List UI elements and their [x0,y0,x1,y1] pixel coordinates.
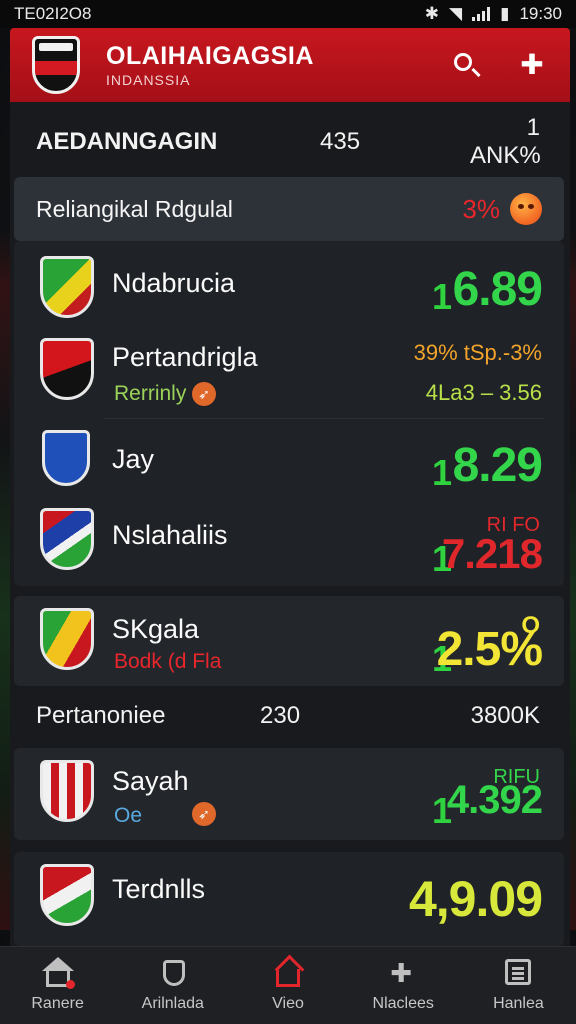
section-header[interactable]: Reliangikal Rdgulal 3% [14,177,564,241]
team-name: Nslahaliis [112,520,228,550]
status-left-text: TE02I2O8 [14,4,92,23]
summary-label: AEDANNGAGIN [36,128,218,155]
match-row[interactable]: Sayah Oe ➶ 1 RIFU 4.392 [14,752,564,836]
bottom-navigation: Ranere Arilnlada Vieo ✚ Nlaclees Hanlea [0,946,576,1024]
team-crest [40,608,94,670]
team-crest [40,760,94,822]
team-name: SKgala [112,614,200,644]
team-sub: Bodk (d Fla [114,650,222,673]
odds-value: 4.392 [446,778,543,822]
status-time: 19:30 [519,4,562,23]
nav-label: Nlaclees [372,994,434,1012]
nav-item-puzzle[interactable]: ✚ Nlaclees [346,947,461,1024]
match-row[interactable]: Pertandrigla Rerrinly ➶ 39% tSp.-3% 4La3… [14,330,564,420]
odds-range-bottom: 4La3 – 3.56 [425,380,542,405]
nav-item-menu[interactable]: Hanlea [461,947,576,1024]
team-crest [40,864,94,926]
odds-range-top: 39% tSp.-3% [413,340,542,365]
team-crest [40,508,94,570]
match-row[interactable]: SKgala Bodk (d Fla 1 O 2.5% [14,600,564,684]
puzzle-icon: ✚ [390,957,412,988]
nav-label: Hanlea [493,994,544,1012]
team-name: Terdnlls [112,874,206,904]
status-icons: ✱ ◥ ▮ 19:30 [425,4,562,24]
odds-prefix: 1 [431,452,452,493]
signal-icon [472,7,491,21]
menu-icon [503,958,533,987]
team-crest [42,430,90,486]
house-icon [273,959,303,987]
team-name: Jay [112,444,155,474]
team-crest [40,338,94,400]
match-row[interactable]: Ndabrucia 1 6.89 [14,252,564,322]
team-name: Sayah [112,766,189,796]
group-value: 3800K [470,702,540,729]
nav-label: Ranere [31,994,84,1012]
group-label: Pertanoniee [36,702,166,729]
arrow-badge-icon: ➶ [192,802,216,826]
odds-prefix: 1 [431,276,452,317]
team-name: Ndabrucia [112,268,236,298]
nav-item-house[interactable]: Vieo [230,947,345,1024]
summary-count: 435 [320,128,361,155]
nav-label: Vieo [272,994,304,1012]
nav-item-shield[interactable]: Arilnlada [115,947,230,1024]
odds-value: 8.29 [452,439,543,492]
nav-item-home[interactable]: Ranere [0,947,115,1024]
team-sub: Oe [114,804,143,827]
group-count: 230 [260,702,301,729]
puzzle-icon: ✚ [520,49,544,80]
team-name: Pertandrigla [112,342,258,372]
search-icon [454,53,472,71]
odds-value: 7.218 [441,530,543,577]
battery-icon: ▮ [500,4,510,23]
angry-face-icon [510,193,542,225]
app-logo [32,36,80,94]
odds-value: 2.5% [436,623,543,676]
puzzle-button[interactable]: ✚ [518,51,546,79]
status-bar: TE02I2O8 ✱ ◥ ▮ 19:30 [0,0,576,28]
match-row[interactable]: Terdnlls 4,9.09 [14,856,564,942]
search-button[interactable] [452,51,480,79]
odds-value: 4,9.09 [408,871,543,927]
app-subtitle: INDANSSIA [106,71,191,88]
odds-value: 6.89 [452,263,543,316]
summary-rate: 1 ANK% [470,114,541,169]
match-row[interactable]: Nslahaliis 1 RI FO 7.218 [14,500,564,584]
bluetooth-icon: ✱ [424,4,440,23]
summary-row: AEDANNGAGIN 435 1 ANK% [36,114,541,169]
wifi-icon: ◥ [449,4,463,23]
shield-icon [158,959,188,987]
app-title: OLAIHAIGAGSIA [106,41,314,70]
home-icon [41,956,75,989]
section-percent: 3% [462,193,500,224]
team-crest [40,256,94,318]
match-row[interactable]: Jay 1 8.29 [14,424,564,498]
arrow-badge-icon: ➶ [192,382,216,406]
group-row: Pertanoniee 230 3800K [36,700,540,732]
team-sub: Rerrinly [114,382,187,405]
nav-label: Arilnlada [141,994,204,1012]
section-title: Reliangikal Rdgulal [36,195,233,222]
app-header: OLAIHAIGAGSIA INDANSSIA ✚ [10,28,570,102]
divider [104,418,544,419]
